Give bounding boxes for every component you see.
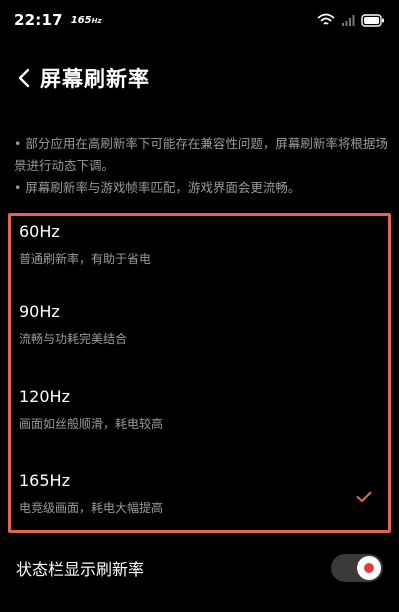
- option-60hz[interactable]: 60Hz 普通刷新率，有助于省电: [11, 216, 388, 296]
- page-title: 屏幕刷新率: [40, 67, 150, 91]
- status-bar-rate-label: 状态栏显示刷新率: [16, 560, 145, 579]
- option-description: 电竞级画面，耗电大幅提高: [19, 501, 164, 515]
- option-description: 流畅与功耗完美结合: [19, 332, 128, 346]
- wifi-icon: [317, 13, 335, 27]
- status-right: [317, 13, 385, 27]
- toggle-knob: [357, 556, 381, 580]
- option-90hz[interactable]: 90Hz 流畅与功耗完美结合: [11, 296, 388, 376]
- battery-icon: [361, 13, 385, 27]
- refresh-rate-options: 60Hz 普通刷新率，有助于省电 90Hz 流畅与功耗完美结合 120Hz 画面…: [8, 213, 391, 533]
- option-165hz[interactable]: 165Hz 电竞级画面，耗电大幅提高: [11, 465, 388, 545]
- check-icon: [356, 488, 372, 507]
- option-title: 120Hz: [19, 387, 70, 406]
- status-bar-rate-toggle[interactable]: [331, 554, 383, 582]
- toggle-dot: [364, 563, 374, 573]
- status-left: 22:17 165Hz: [14, 11, 102, 29]
- status-refresh-value: 165: [70, 14, 92, 26]
- status-refresh-unit: Hz: [91, 16, 102, 25]
- option-120hz[interactable]: 120Hz 画面如丝般顺滑，耗电较高: [11, 381, 388, 461]
- option-title: 60Hz: [19, 222, 60, 241]
- option-title: 165Hz: [19, 471, 70, 490]
- signal-icon: [341, 14, 355, 27]
- status-time: 22:17: [14, 11, 63, 29]
- status-bar-rate-setting: 状态栏显示刷新率: [0, 548, 399, 588]
- status-bar: 22:17 165Hz: [0, 0, 399, 40]
- header: 屏幕刷新率: [0, 58, 399, 98]
- option-description: 画面如丝般顺滑，耗电较高: [19, 417, 164, 431]
- chevron-left-icon[interactable]: [14, 68, 34, 88]
- note-compatibility: • 部分应用在高刷新率下可能存在兼容性问题，屏幕刷新率将根据场景进行动态下调。: [14, 136, 388, 173]
- option-description: 普通刷新率，有助于省电: [19, 252, 152, 266]
- screen: 22:17 165Hz 屏幕刷新率 • 部分应用在高刷新率下可能存在兼容性问题，…: [0, 0, 399, 612]
- option-title: 90Hz: [19, 302, 60, 321]
- status-refresh-rate: 165Hz: [71, 15, 102, 26]
- notes: • 部分应用在高刷新率下可能存在兼容性问题，屏幕刷新率将根据场景进行动态下调。 …: [14, 133, 390, 199]
- note-game-frame-rate: • 屏幕刷新率与游戏帧率匹配，游戏界面会更流畅。: [14, 180, 301, 195]
